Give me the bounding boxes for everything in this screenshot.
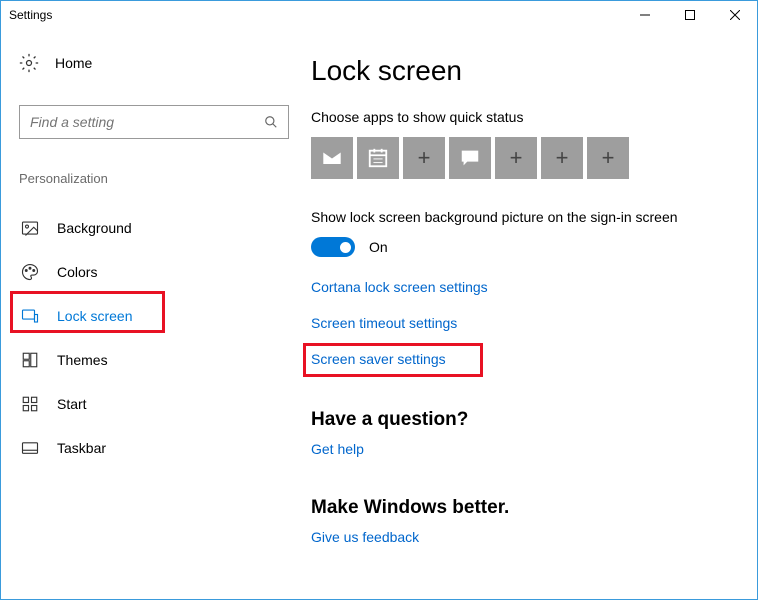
tile-add-2[interactable]: +	[495, 137, 537, 179]
toggle-state: On	[369, 239, 388, 255]
sidebar-item-themes[interactable]: Themes	[19, 338, 311, 382]
toggle-knob	[340, 242, 351, 253]
search-field[interactable]	[30, 114, 260, 130]
sidebar-item-label: Lock screen	[57, 308, 132, 324]
show-bg-toggle[interactable]	[311, 237, 355, 257]
close-button[interactable]	[712, 1, 757, 29]
gear-icon	[19, 53, 39, 73]
show-bg-label: Show lock screen background picture on t…	[311, 209, 737, 225]
sidebar-item-label: Background	[57, 220, 132, 236]
chat-icon	[459, 147, 481, 169]
section-label: Personalization	[19, 171, 311, 186]
calendar-icon	[367, 147, 389, 169]
picture-icon	[21, 219, 39, 237]
plus-icon: +	[418, 145, 431, 171]
search-icon	[264, 115, 278, 129]
sidebar-item-label: Taskbar	[57, 440, 106, 456]
plus-icon: +	[510, 145, 523, 171]
page-title: Lock screen	[311, 55, 737, 87]
home-link[interactable]: Home	[19, 49, 311, 77]
tile-add-3[interactable]: +	[541, 137, 583, 179]
sidebar-item-lockscreen[interactable]: Lock screen	[19, 294, 311, 338]
minimize-button[interactable]	[622, 1, 667, 29]
window-title: Settings	[9, 8, 52, 22]
help-link[interactable]: Get help	[311, 441, 364, 457]
taskbar-icon	[21, 439, 39, 457]
palette-icon	[21, 263, 39, 281]
start-icon	[21, 395, 39, 413]
mail-icon	[321, 147, 343, 169]
timeout-link[interactable]: Screen timeout settings	[311, 315, 457, 331]
tile-messaging[interactable]	[449, 137, 491, 179]
sidebar-item-label: Start	[57, 396, 87, 412]
search-input[interactable]	[19, 105, 289, 139]
choose-apps-label: Choose apps to show quick status	[311, 109, 737, 125]
home-label: Home	[55, 55, 92, 71]
tile-add-1[interactable]: +	[403, 137, 445, 179]
cortana-link[interactable]: Cortana lock screen settings	[311, 279, 488, 295]
feedback-link[interactable]: Give us feedback	[311, 529, 419, 545]
maximize-button[interactable]	[667, 1, 712, 29]
screensaver-link[interactable]: Screen saver settings	[311, 351, 446, 367]
better-heading: Make Windows better.	[311, 497, 737, 519]
tile-mail[interactable]	[311, 137, 353, 179]
sidebar-item-label: Colors	[57, 264, 97, 280]
sidebar-item-colors[interactable]: Colors	[19, 250, 311, 294]
sidebar-item-background[interactable]: Background	[19, 206, 311, 250]
themes-icon	[21, 351, 39, 369]
question-heading: Have a question?	[311, 409, 737, 431]
tile-add-4[interactable]: +	[587, 137, 629, 179]
tile-calendar[interactable]	[357, 137, 399, 179]
plus-icon: +	[602, 145, 615, 171]
sidebar-item-start[interactable]: Start	[19, 382, 311, 426]
plus-icon: +	[556, 145, 569, 171]
lockscreen-icon	[21, 307, 39, 325]
sidebar-item-label: Themes	[57, 352, 108, 368]
quick-status-tiles: + + + +	[311, 137, 737, 179]
sidebar-item-taskbar[interactable]: Taskbar	[19, 426, 311, 470]
